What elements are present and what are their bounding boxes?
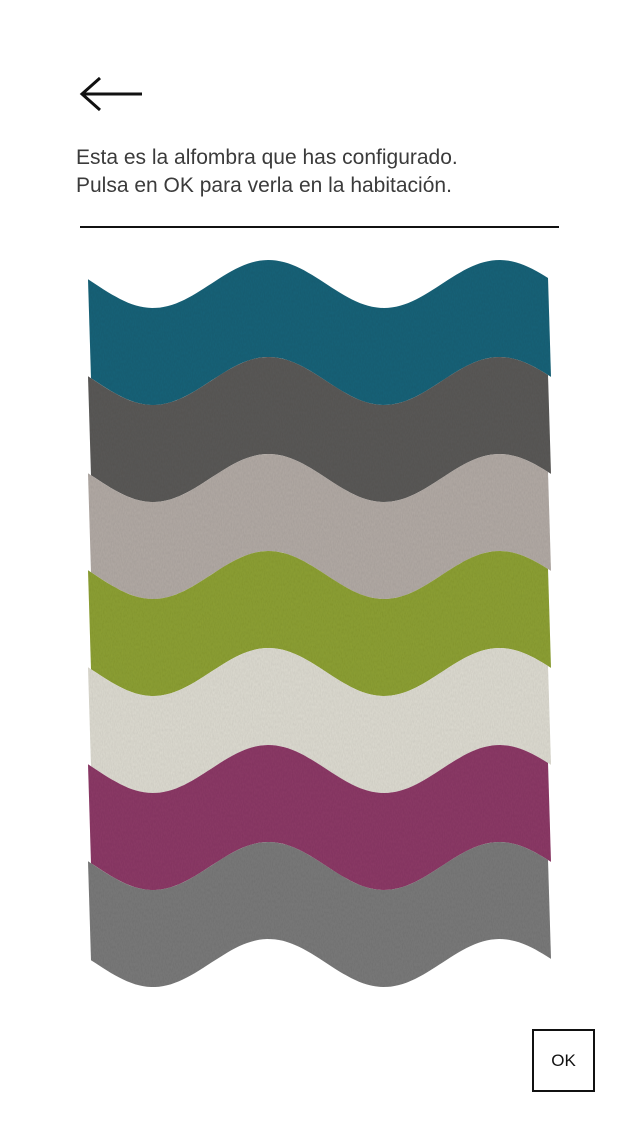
instruction-line-2: Pulsa en OK para verla en la habitación. [76,174,452,197]
arrow-left-icon [79,76,142,112]
back-button[interactable] [74,72,150,116]
ok-button[interactable]: OK [532,1029,595,1092]
instruction-text: Esta es la alfombra que has configurado.… [76,144,576,200]
divider [80,226,559,228]
rug-image [88,260,551,987]
instruction-line-1: Esta es la alfombra que has configurado. [76,146,458,169]
rug-preview [88,252,551,1004]
